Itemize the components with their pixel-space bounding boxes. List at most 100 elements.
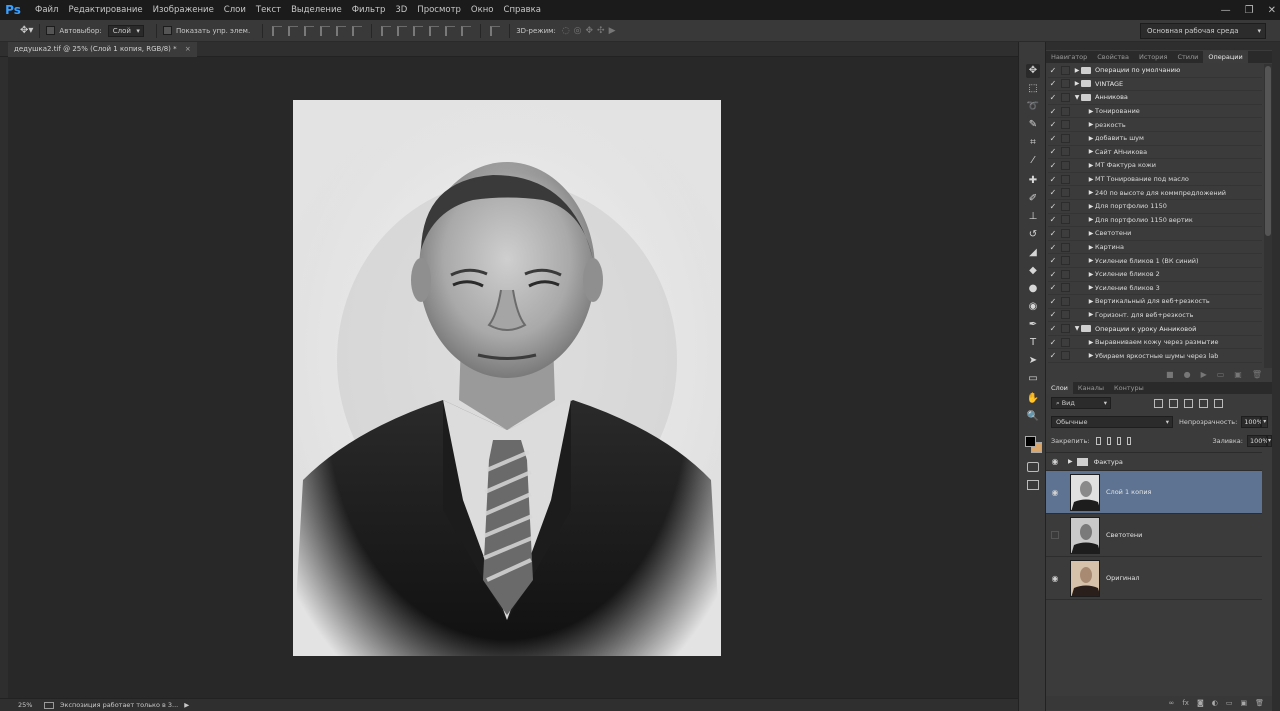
toggle-check-icon[interactable]: ✓ — [1048, 243, 1058, 252]
record-icon[interactable]: ● — [1184, 370, 1191, 379]
close-tab-icon[interactable]: × — [185, 45, 191, 53]
new-group-icon[interactable]: ▭ — [1226, 699, 1233, 707]
play-icon[interactable]: ▶ — [1201, 370, 1207, 379]
align-top-icon[interactable] — [272, 25, 283, 36]
delete-layer-icon[interactable]: 🗑 — [1255, 699, 1264, 707]
menu-layers[interactable]: Слои — [219, 0, 251, 20]
layer-row[interactable]: ◉ Оригинал — [1046, 557, 1262, 600]
screen-mode-icon[interactable] — [1027, 480, 1039, 490]
menu-help[interactable]: Справка — [499, 0, 546, 20]
quick-select-tool-icon[interactable]: ✎ — [1026, 118, 1040, 132]
expand-triangle-icon[interactable]: ▶ — [1087, 244, 1095, 251]
toggle-check-icon[interactable]: ✓ — [1048, 310, 1058, 319]
dialog-toggle-box[interactable] — [1061, 337, 1070, 347]
minimize-icon[interactable]: — — [1221, 5, 1231, 16]
menu-window[interactable]: Окно — [466, 0, 499, 20]
dialog-toggle-box[interactable] — [1061, 310, 1070, 320]
tab-history[interactable]: История — [1134, 51, 1172, 63]
toggle-check-icon[interactable]: ✓ — [1048, 283, 1058, 292]
action-row[interactable]: ✓ ▶ Для портфолио 1150 вертик — [1048, 214, 1262, 228]
expand-triangle-icon[interactable]: ▶ — [1087, 271, 1095, 278]
align-hcenter-icon[interactable] — [336, 25, 347, 36]
opacity-input[interactable]: 100% — [1241, 415, 1263, 428]
visibility-eye-icon[interactable]: ◉ — [1046, 574, 1064, 583]
menu-filter[interactable]: Фильтр — [347, 0, 391, 20]
dialog-toggle-box[interactable] — [1061, 160, 1070, 170]
align-icons[interactable] — [269, 25, 365, 36]
toggle-check-icon[interactable]: ✓ — [1048, 256, 1058, 265]
lasso-tool-icon[interactable]: ➰ — [1026, 100, 1040, 114]
action-row[interactable]: ✓ ▶ Усиление бликов 1 (ВК синий) — [1048, 254, 1262, 268]
tab-layers[interactable]: Слои — [1046, 382, 1073, 394]
move-tool-icon[interactable]: ✥ — [1026, 64, 1040, 78]
expand-triangle-icon[interactable]: ▶ — [1087, 284, 1095, 291]
toggle-check-icon[interactable]: ✓ — [1048, 120, 1058, 129]
dialog-toggle-box[interactable] — [1061, 351, 1070, 361]
layer-style-icon[interactable]: fx — [1182, 699, 1189, 707]
action-row[interactable]: ✓ ▶ МТ Фактура кожи — [1048, 159, 1262, 173]
distribute-left-icon[interactable] — [429, 25, 440, 36]
eyedropper-tool-icon[interactable]: ⁄ — [1026, 154, 1040, 168]
visibility-hidden-box[interactable] — [1051, 531, 1059, 539]
document-canvas-portrait[interactable] — [293, 100, 721, 656]
visibility-eye-icon[interactable]: ◉ — [1046, 488, 1064, 497]
dialog-toggle-box[interactable] — [1061, 269, 1070, 279]
toggle-check-icon[interactable]: ✓ — [1048, 66, 1058, 75]
distribute-icons[interactable] — [378, 25, 474, 36]
expand-triangle-icon[interactable]: ▶ — [1087, 339, 1095, 346]
toggle-check-icon[interactable]: ✓ — [1048, 134, 1058, 143]
action-row[interactable]: ✓ ▶ Усиление бликов 3 — [1048, 282, 1262, 296]
action-row[interactable]: ✓ ▶ добавить шум — [1048, 132, 1262, 146]
align-bottom-icon[interactable] — [304, 25, 315, 36]
collapse-triangle-icon[interactable]: ▼ — [1073, 325, 1081, 332]
expand-triangle-icon[interactable]: ▶ — [1087, 176, 1095, 183]
expand-triangle-icon[interactable]: ▶ — [1068, 458, 1073, 465]
tab-styles[interactable]: Стили — [1172, 51, 1203, 63]
action-set-row[interactable]: ✓ ▼ Анникова — [1048, 91, 1262, 105]
action-row[interactable]: ✓ ▶ МТ Тонирование под масло — [1048, 173, 1262, 187]
expand-triangle-icon[interactable]: ▶ — [1087, 108, 1095, 115]
toggle-check-icon[interactable]: ✓ — [1048, 229, 1058, 238]
status-menu-arrow[interactable]: ▶ — [184, 701, 189, 709]
restore-icon[interactable]: ❐ — [1245, 5, 1254, 16]
expand-triangle-icon[interactable]: ▶ — [1087, 203, 1095, 210]
action-row[interactable]: ✓ ▶ Вертикальный для веб+резкость — [1048, 295, 1262, 309]
toggle-check-icon[interactable]: ✓ — [1048, 79, 1058, 88]
filter-type-icon[interactable] — [1184, 398, 1193, 408]
expand-triangle-icon[interactable]: ▶ — [1087, 257, 1095, 264]
dialog-toggle-box[interactable] — [1061, 228, 1070, 238]
layer-row-selected[interactable]: ◉ Слой 1 копия — [1046, 471, 1262, 514]
actions-scrollbar[interactable] — [1264, 64, 1272, 368]
toggle-check-icon[interactable]: ✓ — [1048, 175, 1058, 184]
visibility-eye-icon[interactable]: ◉ — [1046, 457, 1064, 466]
toggle-check-icon[interactable]: ✓ — [1048, 147, 1058, 156]
action-set-row[interactable]: ✓ ▶ Операции по умолчанию — [1048, 64, 1262, 78]
expand-triangle-icon[interactable]: ▶ — [1087, 121, 1095, 128]
tab-navigator[interactable]: Навигатор — [1046, 51, 1092, 63]
new-layer-icon[interactable]: ▣ — [1240, 699, 1247, 707]
menu-view[interactable]: Просмотр — [412, 0, 466, 20]
expand-triangle-icon[interactable]: ▶ — [1087, 230, 1095, 237]
toggle-check-icon[interactable]: ✓ — [1048, 202, 1058, 211]
toggle-check-icon[interactable]: ✓ — [1048, 161, 1058, 170]
align-left-icon[interactable] — [320, 25, 331, 36]
zoom-tool-icon[interactable]: 🔍 — [1026, 410, 1040, 424]
stamp-tool-icon[interactable]: ⊥ — [1026, 210, 1040, 224]
expand-triangle-icon[interactable]: ▶ — [1073, 80, 1081, 87]
3d-mode-icons[interactable]: ◌◎✥✣▶ — [562, 26, 620, 36]
foreground-color-swatch[interactable] — [1025, 436, 1036, 447]
expand-triangle-icon[interactable]: ▶ — [1087, 311, 1095, 318]
panel-collapse-strip[interactable] — [1046, 42, 1280, 50]
pen-tool-icon[interactable]: ✒ — [1026, 318, 1040, 332]
distribute-vcenter-icon[interactable] — [397, 25, 408, 36]
action-set-row[interactable]: ✓ ▶ VINTAGE — [1048, 78, 1262, 92]
dialog-toggle-box[interactable] — [1061, 242, 1070, 252]
layer-row-group[interactable]: ◉ ▶ Фактура — [1046, 453, 1262, 471]
toggle-check-icon[interactable]: ✓ — [1048, 297, 1058, 306]
action-row[interactable]: ✓ ▶ 240 по высоте для коммпредложений — [1048, 186, 1262, 200]
expand-triangle-icon[interactable]: ▶ — [1073, 67, 1081, 74]
fill-input[interactable]: 100% — [1246, 434, 1269, 447]
menu-type[interactable]: Текст — [251, 0, 286, 20]
tab-properties[interactable]: Свойства — [1092, 51, 1134, 63]
action-row[interactable]: ✓ ▶ Для портфолио 1150 — [1048, 200, 1262, 214]
